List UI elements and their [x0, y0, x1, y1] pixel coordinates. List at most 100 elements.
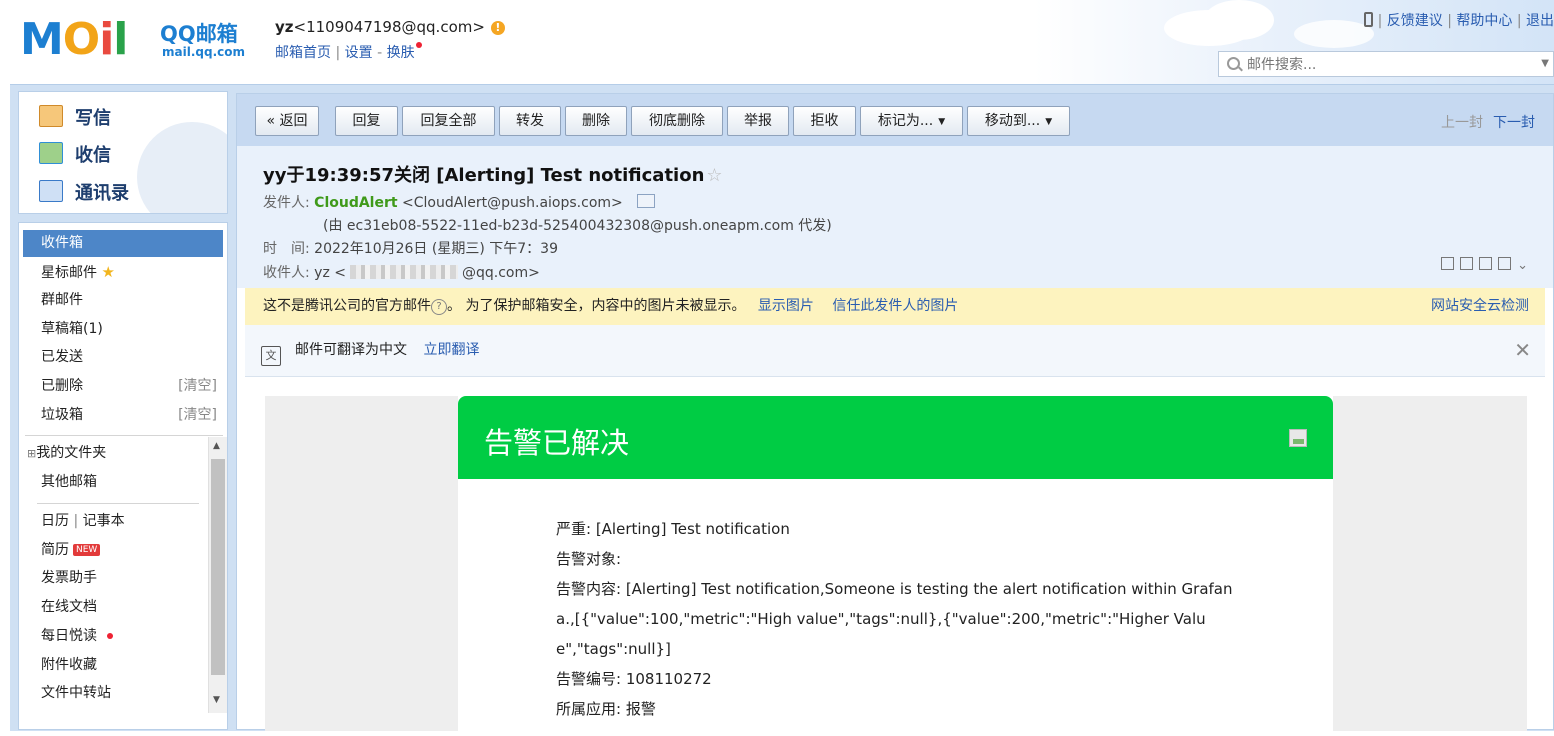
online-docs-link[interactable]: 在线文档: [23, 594, 223, 621]
attachments-link[interactable]: 附件收藏: [23, 652, 223, 679]
feedback-link[interactable]: 反馈建议: [1387, 13, 1443, 29]
other-mailboxes-label: 其他邮箱: [41, 474, 97, 490]
message-navigation: 上一封 下一封: [1441, 112, 1535, 132]
close-icon[interactable]: ✕: [1514, 325, 1531, 376]
penguin-decoration: [137, 122, 227, 213]
clear-deleted-link[interactable]: [清空]: [178, 373, 217, 400]
scrollbar-thumb[interactable]: [211, 459, 225, 675]
prev-message-link[interactable]: 上一封: [1441, 115, 1483, 131]
folder-drafts[interactable]: 草稿箱(1): [23, 316, 223, 343]
folder-group[interactable]: 群邮件: [23, 287, 223, 314]
trust-sender-link[interactable]: 信任此发件人的图片: [832, 298, 958, 314]
folder-starred-label: 星标邮件: [41, 265, 97, 281]
mail-search[interactable]: ▼: [1218, 51, 1554, 77]
reply-button[interactable]: 回复: [335, 106, 398, 136]
scroll-up-arrow[interactable]: ▲: [213, 441, 220, 451]
folder-sent[interactable]: 已发送: [23, 344, 223, 371]
new-badge: NEW: [73, 544, 101, 556]
daily-reading-link[interactable]: 每日悦读: [23, 623, 223, 650]
file-transfer-label: 文件中转站: [41, 685, 111, 701]
resume-link[interactable]: 简历 NEW: [23, 537, 223, 564]
mark-as-dropdown[interactable]: 标记为... ▼: [860, 106, 963, 136]
logout-link[interactable]: 退出: [1526, 13, 1554, 29]
question-icon[interactable]: ?: [431, 299, 447, 315]
search-dropdown-icon[interactable]: ▼: [1541, 58, 1549, 69]
redacted-email-blur: [350, 265, 458, 279]
translate-now-link[interactable]: 立即翻译: [423, 342, 479, 358]
folder-spam-label: 垃圾箱: [41, 407, 83, 423]
sent-via-text: (由 ec31eb08-5522-11ed-b23d-525400432308@…: [323, 218, 832, 234]
my-folders[interactable]: ⊞我的文件夹: [23, 440, 223, 467]
time-label: 时 间:: [263, 241, 310, 257]
alert-banner: 告警已解决: [458, 396, 1333, 479]
chevron-down-icon: ▼: [938, 117, 946, 127]
message-pane: « 返回 回复 回复全部 转发 删除 彻底删除 举报 拒收 标记为... ▼ 移动…: [236, 93, 1554, 736]
security-check-link[interactable]: 网站安全云检测: [1431, 288, 1529, 325]
help-link[interactable]: 帮助中心: [1456, 13, 1512, 29]
new-window-icon[interactable]: [1441, 257, 1455, 270]
product-domain: mail.qq.com: [162, 45, 245, 59]
compose-icon: [39, 105, 63, 127]
alert-application: 所属应用: 报警: [556, 700, 656, 718]
forward-button[interactable]: 转发: [499, 106, 561, 136]
folder-starred[interactable]: 星标邮件 ★: [23, 259, 223, 286]
sender-name[interactable]: CloudAlert: [314, 195, 397, 211]
next-message-link[interactable]: 下一封: [1493, 115, 1535, 131]
chevron-down-icon: ▼: [1045, 117, 1053, 127]
folder-spam[interactable]: 垃圾箱 [清空]: [23, 402, 223, 429]
phone-icon[interactable]: [1364, 12, 1374, 27]
report-button[interactable]: 举报: [727, 106, 789, 136]
folder-deleted[interactable]: 已删除 [清空]: [23, 373, 223, 400]
download-icon[interactable]: [1479, 257, 1493, 270]
folder-sent-label: 已发送: [41, 349, 83, 365]
search-input[interactable]: [1245, 54, 1529, 76]
settings-link[interactable]: 设置: [345, 45, 373, 61]
delete-permanent-button[interactable]: 彻底删除: [631, 106, 723, 136]
file-transfer-link[interactable]: 文件中转站: [23, 680, 223, 707]
other-mailboxes[interactable]: 其他邮箱: [23, 469, 223, 496]
calendar-notes: 日历 | 记事本: [41, 513, 125, 529]
expand-more-icon[interactable]: ⌄: [1517, 258, 1533, 273]
scroll-down-arrow[interactable]: ▼: [213, 695, 220, 705]
print-icon[interactable]: [1498, 257, 1512, 270]
folder-drafts-label: 草稿箱(1): [41, 321, 103, 337]
mark-as-label: 标记为...: [877, 113, 934, 129]
alert-id: 告警编号: 108110272: [556, 670, 712, 688]
logo-wordmark: MOil: [20, 14, 128, 65]
sender-row: 发件人: CloudAlert <CloudAlert@push.aiops.c…: [263, 192, 656, 212]
alert-content: 告警内容: [Alerting] Test notification,Someo…: [556, 580, 1233, 658]
message-actions: ⌄: [1441, 257, 1533, 273]
skin-link[interactable]: 换肤: [387, 45, 415, 61]
move-to-dropdown[interactable]: 移动到... ▼: [967, 106, 1070, 136]
compose-button[interactable]: 写信: [39, 104, 111, 130]
sent-via-row: (由 ec31eb08-5522-11ed-b23d-525400432308@…: [323, 215, 832, 235]
security-notice: 这不是腾讯公司的官方邮件?。 为了保护邮箱安全，内容中的图片未被显示。 显示图片…: [245, 288, 1545, 325]
contacts-button[interactable]: 通讯录: [39, 179, 129, 205]
mail-home-link[interactable]: 邮箱首页: [275, 45, 331, 61]
product-name: QQ邮箱: [160, 22, 238, 46]
reply-all-button[interactable]: 回复全部: [402, 106, 495, 136]
star-icon: ★: [101, 263, 115, 281]
invoice-assistant-link[interactable]: 发票助手: [23, 565, 223, 592]
user-links: 邮箱首页 | 设置 - 换肤: [275, 42, 422, 62]
recipient-name: yz: [314, 265, 330, 281]
clear-spam-link[interactable]: [清空]: [178, 402, 217, 429]
contacts-label: 通讯录: [75, 183, 129, 204]
show-images-link[interactable]: 显示图片: [758, 298, 814, 314]
online-docs-label: 在线文档: [41, 599, 97, 615]
star-icon[interactable]: ☆: [706, 165, 722, 186]
delete-button[interactable]: 删除: [565, 106, 627, 136]
calendar-link[interactable]: 日历: [41, 513, 69, 529]
back-button[interactable]: « 返回: [255, 106, 319, 136]
notes-link[interactable]: 记事本: [83, 513, 125, 529]
contact-card-icon[interactable]: [637, 194, 656, 208]
exclamation-icon[interactable]: !: [490, 21, 505, 35]
reject-button[interactable]: 拒收: [793, 106, 856, 136]
sidebar-scrollbar[interactable]: ▲ ▼: [208, 437, 227, 713]
expand-icon[interactable]: ⊞: [27, 447, 36, 460]
receive-button[interactable]: 收信: [39, 141, 111, 167]
view-source-icon[interactable]: [1460, 257, 1474, 270]
folder-inbox[interactable]: 收件箱: [23, 230, 223, 257]
sent-time: 2022年10月26日 (星期三) 下午7：39: [314, 241, 558, 257]
recipient-email-head: <: [334, 265, 346, 281]
